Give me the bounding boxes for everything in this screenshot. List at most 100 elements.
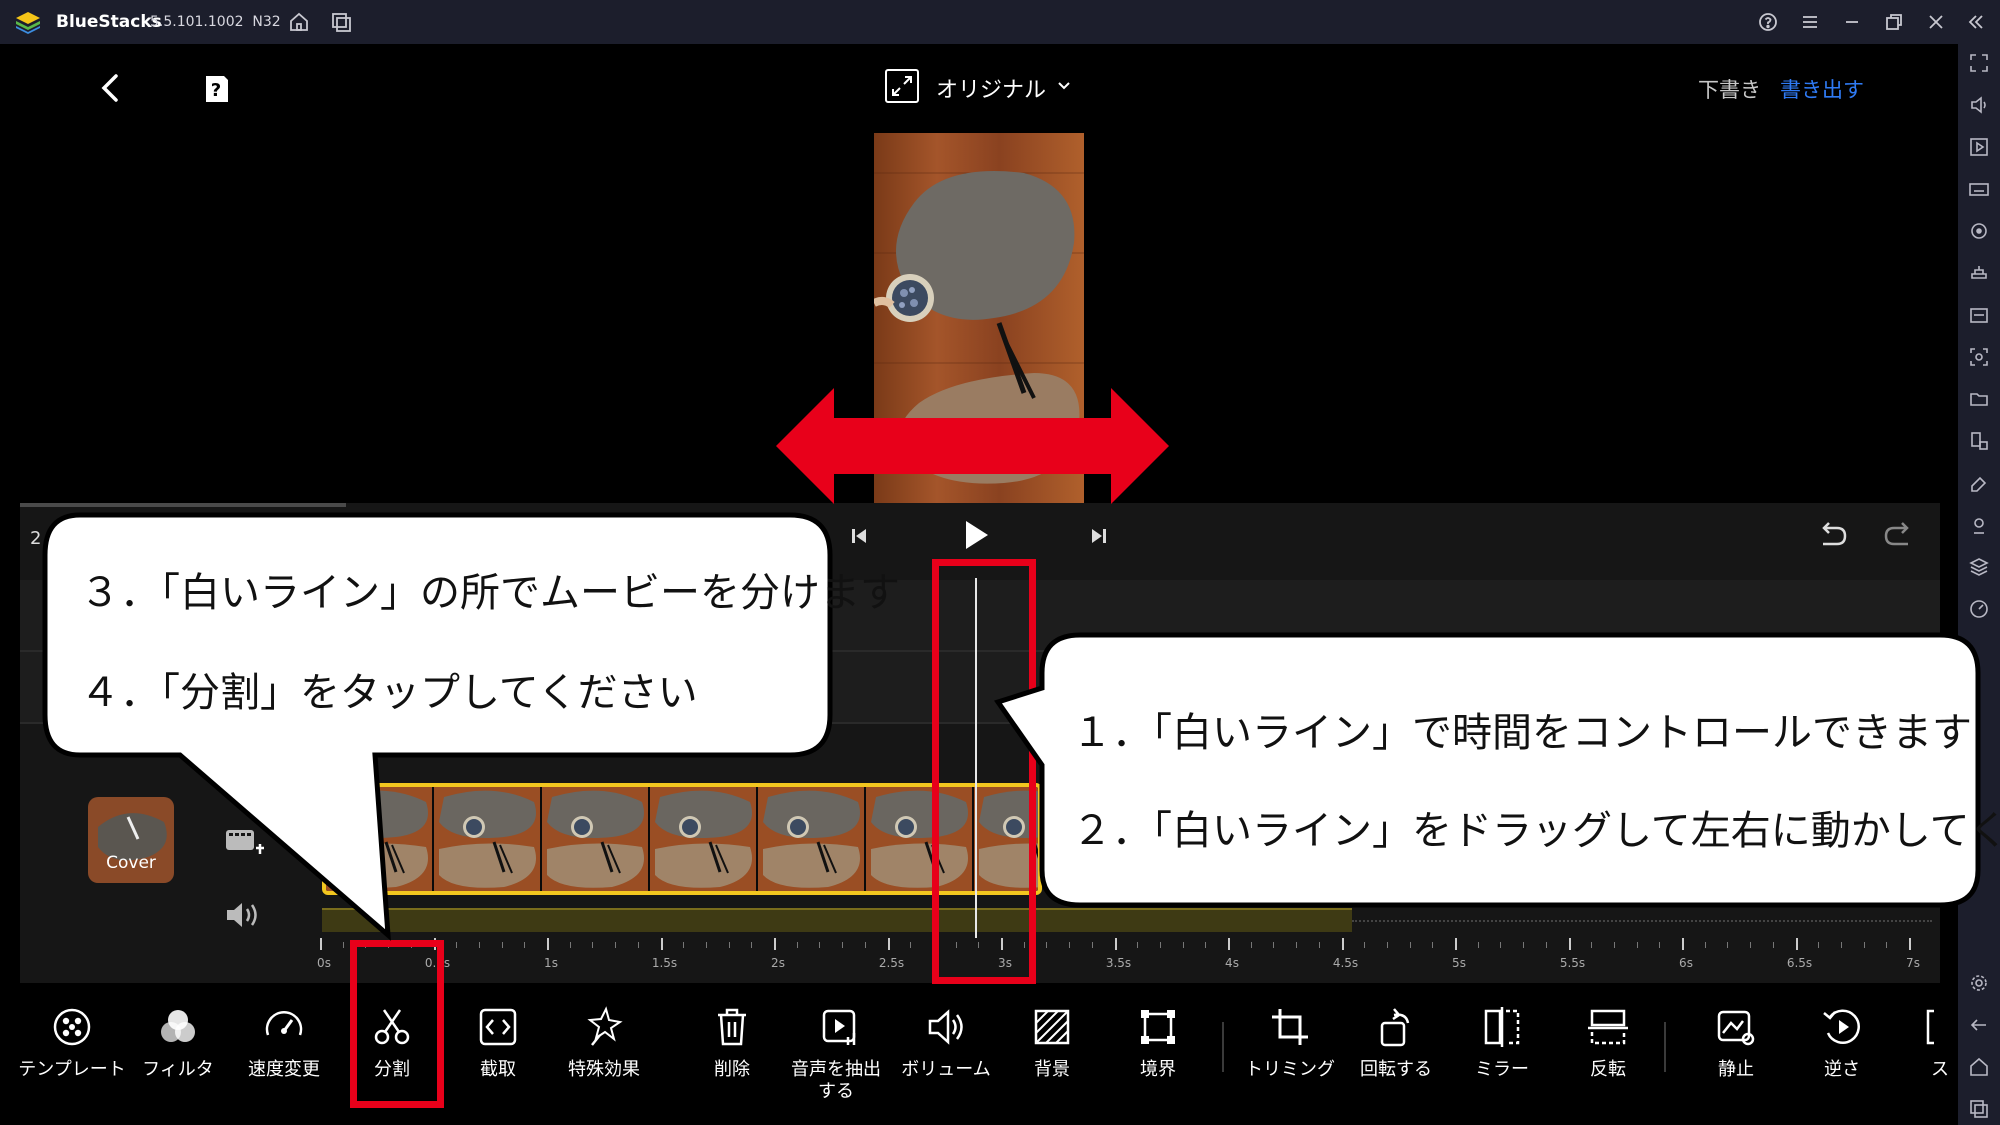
skip-forward-icon[interactable] [1090,526,1108,546]
ruler-minor-tick [705,942,707,948]
bluestacks-title-bar: BlueStacks 5.5.101.1002 N32 [0,0,2000,44]
tool-label: 静止 [1718,1059,1754,1080]
close-icon[interactable] [1925,11,1947,33]
crop-icon [1268,1005,1312,1049]
erase-icon[interactable] [1968,472,1990,494]
double-arrow-icon [776,388,1169,504]
tool-rotate[interactable]: 回転する [1346,985,1446,1125]
tool-label: 音声を抽出する [791,1059,881,1102]
tool-template[interactable]: テンプレート [18,985,126,1125]
ruler-tick [887,938,890,950]
tool-label: ボリューム [901,1059,991,1080]
ruler-minor-tick [1523,942,1525,948]
ruler-tick [1341,938,1344,950]
performance-icon[interactable] [1968,598,1990,620]
collapse-sidebar-icon[interactable] [1965,11,1987,33]
ruler-tick [660,938,663,950]
multi-instance-icon[interactable] [330,11,352,33]
layers-icon[interactable] [1968,556,1990,578]
tool-label: ミラー [1475,1059,1529,1080]
tool-label: 反転 [1590,1059,1626,1080]
ruler-minor-tick [1545,942,1547,948]
tool-reverse[interactable]: 逆さ [1792,985,1892,1125]
effects-icon [582,1005,626,1049]
ruler-minor-tick [1886,942,1888,948]
ruler-minor-tick [1273,942,1275,948]
game-controls-icon[interactable] [1968,262,1990,284]
ruler-label: 4.5s [1332,956,1359,970]
cover-label: Cover [106,853,156,873]
undo-icon[interactable] [1817,522,1849,550]
ruler-minor-tick [1182,942,1184,948]
app-name: BlueStacks [56,12,162,32]
tool-effects[interactable]: 特殊効果 [554,985,654,1125]
ruler-tick [1909,938,1911,950]
audio-track-bar[interactable] [322,908,1352,932]
ruler-tick [774,938,776,950]
save-draft-button[interactable]: 下書き [1698,74,1761,104]
toolbar-divider [1222,1022,1224,1072]
help-circle-icon[interactable] [1757,11,1779,33]
tool-trash[interactable]: 削除 [682,985,782,1125]
cover-thumbnail[interactable]: Cover [88,797,174,883]
rotate-screen-icon[interactable] [1968,220,1990,242]
ruler-minor-tick [1818,942,1820,948]
ruler-minor-tick [1386,942,1388,948]
tool-label: 境界 [1140,1059,1176,1080]
rotate-icon [1374,1005,1418,1049]
tool-flip[interactable]: 反転 [1558,985,1658,1125]
back-arrow-icon[interactable] [96,70,126,106]
ruler-label: 7s [1906,956,1920,970]
minimize-icon[interactable] [1841,11,1863,33]
volume-sidebar-icon[interactable] [1968,94,1990,116]
flip-icon [1586,1005,1630,1049]
audio-speaker-icon[interactable] [224,900,262,930]
ruler-minor-tick [728,942,730,948]
tool-label: 回転する [1360,1059,1432,1080]
tool-label: 削除 [714,1059,750,1080]
timeline-ruler[interactable]: 0s 0.5s 1s 1.5s 2s 2.5s 3s 3.5s 4s 4.5s 5s 5.5s 6s 6.… [317,938,1940,978]
ruler-label: 2.5s [878,956,905,970]
play-icon[interactable] [962,518,990,552]
mirror-icon [1480,1005,1524,1049]
screenshot-icon[interactable] [1968,346,1990,368]
tool-mirror[interactable]: ミラー [1452,985,1552,1125]
tool-extract-audio[interactable]: 音声を抽出する [790,985,890,1125]
export-button[interactable]: 書き出す [1780,74,1864,104]
fullscreen-icon[interactable] [1968,52,1990,74]
svg-text:?: ? [211,80,221,101]
menu-icon[interactable] [1799,11,1821,33]
add-clip-icon[interactable] [224,826,264,860]
tool-background[interactable]: 背景 [1002,985,1102,1125]
folder-icon[interactable] [1968,388,1990,410]
skip-back-icon[interactable] [850,526,868,546]
ruler-minor-tick [1500,942,1502,948]
tool-filter[interactable]: フィルタ [128,985,228,1125]
restore-icon[interactable] [1883,11,1905,33]
location-icon[interactable] [1968,514,1990,536]
chevron-down-icon[interactable] [1056,78,1072,92]
keyboard-icon[interactable] [1968,178,1990,200]
redo-icon[interactable] [1882,522,1914,550]
aspect-ratio-label[interactable]: オリジナル [936,72,1046,104]
tool-partial[interactable]: ス [1890,985,1990,1125]
ruler-minor-tick [592,942,594,948]
tool-crop[interactable]: トリミング [1240,985,1340,1125]
aspect-ratio-icon[interactable] [884,68,920,104]
tool-volume[interactable]: ボリューム [896,985,996,1125]
home-icon[interactable] [288,11,310,33]
tool-border[interactable]: 境界 [1108,985,1208,1125]
media-icon[interactable] [1968,136,1990,158]
ruler-minor-tick [637,942,639,948]
help-doc-icon[interactable]: ? [202,72,230,104]
tool-extract[interactable]: 截取 [448,985,548,1125]
ruler-minor-tick [1432,942,1434,948]
ruler-minor-tick [1069,942,1071,948]
apk-icon[interactable] [1968,304,1990,326]
tool-freeze[interactable]: 静止 [1686,985,1786,1125]
bluestacks-sidebar [1958,44,2000,1125]
tool-speed[interactable]: 速度変更 [234,985,334,1125]
preview-progress-bar[interactable] [20,503,346,507]
border-icon [1136,1005,1180,1049]
resize-icon[interactable] [1968,430,1990,452]
